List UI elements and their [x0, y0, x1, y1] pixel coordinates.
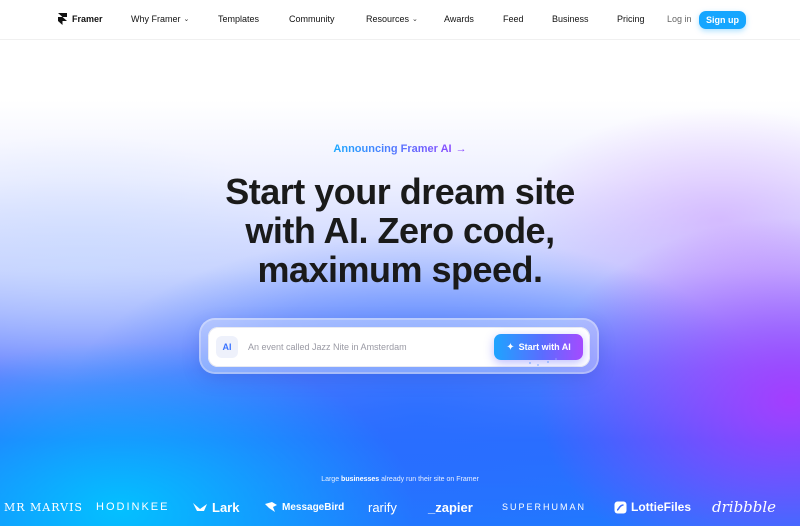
ai-badge-icon: AI [216, 336, 238, 358]
logo-text: Lark [212, 499, 240, 515]
sparkle-icon: ✦ [506, 341, 515, 353]
nav-pricing[interactable]: Pricing [617, 14, 645, 24]
logo-dribbble: dribbble [712, 496, 776, 518]
customer-logo-row: MR MARVIS HODINKEE Lark MessageBird rari… [0, 496, 800, 520]
lottiefiles-icon [614, 501, 627, 513]
businesses-caption: Large businesses already run their site … [0, 476, 800, 483]
logo-lark: Lark [192, 496, 239, 518]
nav-link-label: Why Framer [131, 14, 181, 24]
nav-resources[interactable]: Resources ⌄ [366, 14, 418, 24]
logo-text: MR MARVIS [4, 500, 83, 514]
caption-suffix: already run their site on Framer [381, 476, 479, 483]
nav-templates[interactable]: Templates [218, 14, 259, 24]
nav-community[interactable]: Community [289, 14, 335, 24]
logo-lottiefiles: LottieFiles [614, 496, 691, 518]
logo-hodinkee: HODINKEE [96, 496, 169, 518]
announcement-text: Announcing Framer AI [333, 143, 452, 155]
caption-prefix: Large [321, 476, 340, 483]
top-navbar: Framer Why Framer ⌄ Templates Community … [0, 0, 800, 40]
headline-line-1: Start your dream site [225, 171, 575, 212]
logo-messagebird: MessageBird [264, 496, 344, 518]
nav-why-framer[interactable]: Why Framer ⌄ [131, 14, 189, 24]
nav-link-label: Community [289, 14, 335, 24]
ai-prompt-input[interactable] [248, 336, 484, 358]
start-with-ai-label: Start with AI [518, 342, 571, 352]
logo-rarify: rarify [368, 496, 397, 518]
logo-text: HODINKEE [96, 501, 170, 513]
nav-link-label: Feed [503, 14, 524, 24]
logo-superhuman: SUPERHUMAN [502, 496, 586, 518]
nav-awards[interactable]: Awards [444, 14, 474, 24]
logo-text: rarify [368, 499, 397, 515]
logo-text: LottieFiles [631, 500, 692, 514]
hero-headline: Start your dream site with AI. Zero code… [0, 172, 800, 289]
arrow-right-icon: → [455, 143, 467, 155]
lark-bird-icon [193, 503, 207, 511]
logo-text: _zapier [428, 499, 473, 515]
messagebird-icon [265, 502, 277, 512]
login-label: Log in [667, 14, 692, 24]
framer-logo-icon [58, 13, 67, 25]
brand-name: Framer [72, 14, 103, 24]
nav-link-label: Business [552, 14, 589, 24]
logo-text: dribbble [712, 498, 777, 516]
nav-link-label: Pricing [617, 14, 645, 24]
nav-feed[interactable]: Feed [503, 14, 524, 24]
nav-link-label: Awards [444, 14, 474, 24]
brand-logo[interactable]: Framer [58, 13, 103, 25]
logo-zapier: _zapier [428, 496, 473, 518]
chevron-down-icon: ⌄ [183, 16, 190, 23]
logo-mr-marvis: MR MARVIS [4, 496, 83, 518]
nav-business[interactable]: Business [552, 14, 589, 24]
logo-text: SUPERHUMAN [502, 502, 587, 512]
chevron-down-icon: ⌄ [412, 16, 418, 23]
nav-link-label: Resources [366, 14, 410, 24]
headline-line-2: with AI. Zero code, [245, 210, 555, 251]
logo-text: MessageBird [282, 501, 345, 513]
headline-line-3: maximum speed. [257, 249, 543, 290]
login-link[interactable]: Log in [667, 14, 692, 24]
announcement-link[interactable]: Announcing Framer AI → [0, 143, 800, 155]
caption-bold: businesses [341, 476, 380, 483]
signup-button[interactable]: Sign up [699, 11, 746, 29]
nav-link-label: Templates [218, 14, 260, 24]
sparkle-dots-decoration [529, 358, 557, 366]
